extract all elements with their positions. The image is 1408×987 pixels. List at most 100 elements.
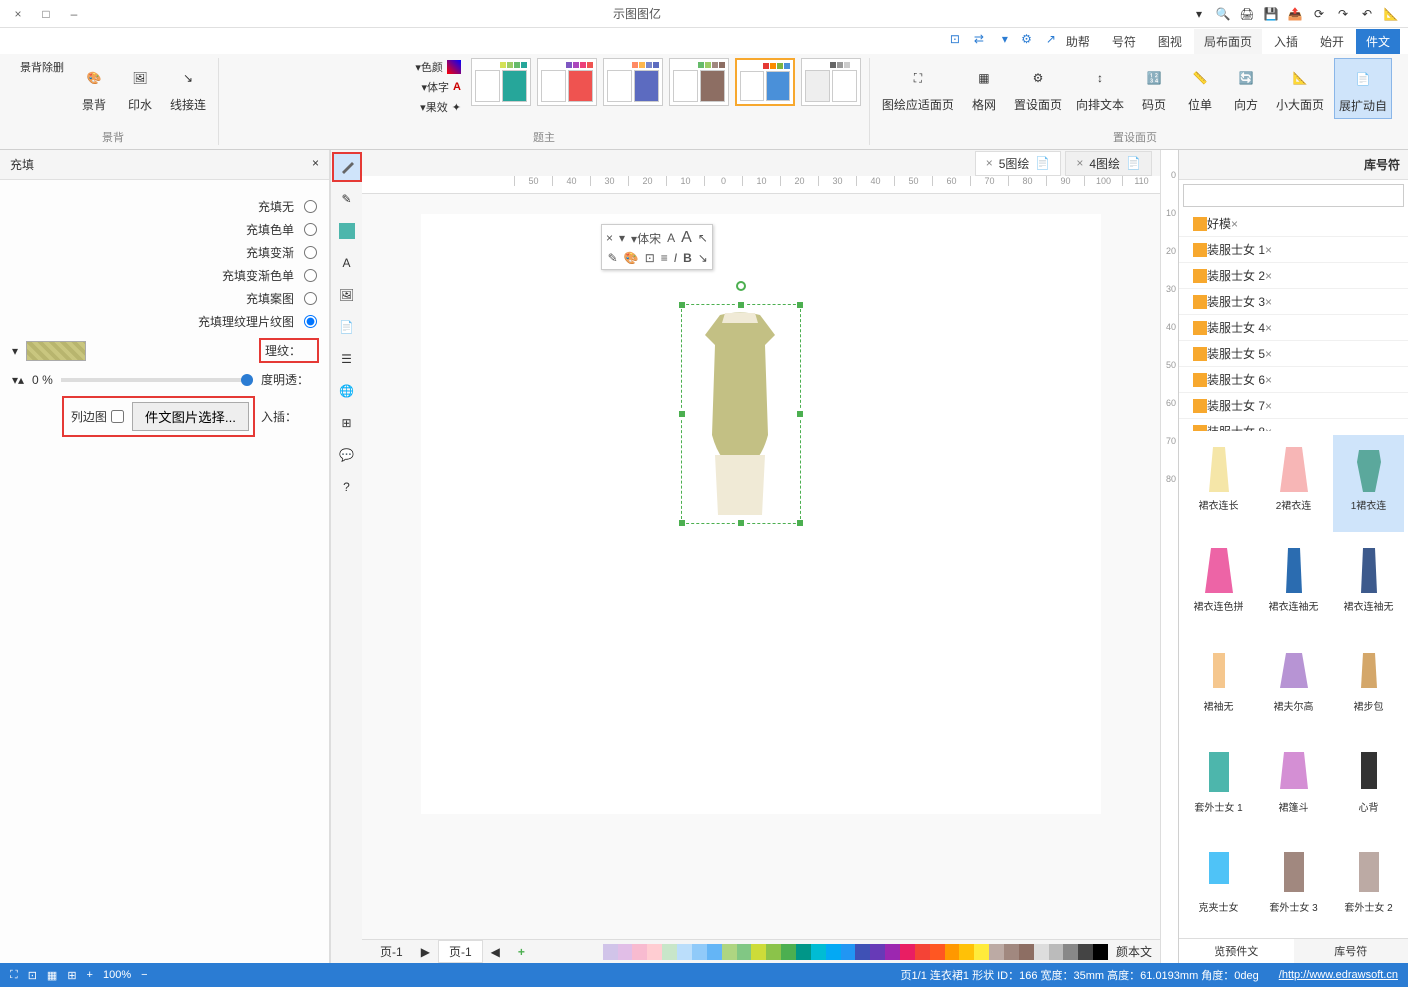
panel-close-button[interactable]: × (312, 156, 319, 173)
resize-handle[interactable] (737, 519, 745, 527)
view-mode-1-icon[interactable]: ⊞ (67, 969, 76, 982)
close-icon[interactable]: × (1231, 217, 1238, 231)
orientation-button[interactable]: 🔄向方 (1226, 58, 1266, 117)
resize-handle[interactable] (678, 519, 686, 527)
remove-bg-button[interactable]: 景背除删 (16, 58, 68, 76)
resize-handle[interactable] (737, 301, 745, 309)
line-icon[interactable]: ✎ (608, 251, 618, 265)
canvas-page[interactable]: ↖AA体宋▾▾× ↘BI≡⊡🎨✎ (421, 214, 1101, 814)
shape-coat-3[interactable]: 3 套外士女 (1258, 837, 1329, 934)
shape-dress-2[interactable]: 2裙衣连 (1258, 435, 1329, 532)
refresh-icon[interactable]: ⟳ (1310, 5, 1328, 23)
watermark-button[interactable]: 🖼印水 (120, 58, 160, 117)
close-button[interactable]: × (8, 4, 28, 24)
fullscreen-icon[interactable]: ⛶ (10, 969, 18, 982)
page-tab-2[interactable]: 1-页 (370, 941, 413, 962)
theme-gallery[interactable] (471, 58, 861, 106)
shape-skirt-2[interactable]: 裙夫尔高 (1258, 636, 1329, 733)
resize-handle[interactable] (796, 410, 804, 418)
fit-to-drawing-button[interactable]: ⛶图绘应适面页 (878, 58, 958, 117)
zoom-in-button[interactable]: + (87, 969, 93, 981)
search-input[interactable] (1183, 184, 1404, 207)
text-tool-button[interactable]: A (334, 250, 360, 276)
tool-3-icon[interactable]: ▾ (990, 32, 1008, 50)
floating-toolbar[interactable]: ↖AA体宋▾▾× ↘BI≡⊡🎨✎ (601, 224, 713, 270)
close-icon[interactable]: × (986, 156, 993, 170)
auto-expand-button[interactable]: 📄展扩动自 (1334, 58, 1392, 119)
shape-dress-1[interactable]: 1裙衣连 (1333, 435, 1404, 532)
resize-handle[interactable] (796, 301, 804, 309)
page-tab-1[interactable]: 1-页 (438, 940, 483, 963)
shape-dress-4[interactable]: 裙衣连袖无 (1333, 536, 1404, 633)
tool-1-icon[interactable]: ↗ (1038, 32, 1056, 50)
page-number-button[interactable]: 🔢码页 (1134, 58, 1174, 117)
tab-file-preview[interactable]: 览预件文 (1179, 939, 1294, 963)
fill-tool-button[interactable] (334, 154, 360, 180)
radio-no-fill[interactable]: 充填无 (12, 198, 317, 215)
zoom-out-button[interactable]: − (141, 969, 147, 981)
fill-icon[interactable]: 🎨 (624, 251, 639, 265)
select-file-button[interactable]: ...件文图片选择 (132, 402, 249, 431)
shape-skirt-3[interactable]: 裙袖无 (1183, 636, 1254, 733)
undo-icon[interactable]: ↶ (1358, 5, 1376, 23)
help-button[interactable]: ? (334, 474, 360, 500)
shape-dress-5[interactable]: 裙衣连袖无 (1258, 536, 1329, 633)
shape-skirt-1[interactable]: 裙步包 (1333, 636, 1404, 733)
print-icon[interactable]: 🖨 (1238, 5, 1256, 23)
add-page-button[interactable]: + (508, 943, 535, 961)
close-icon[interactable]: × (1265, 347, 1272, 361)
minimize-button[interactable]: – (64, 4, 84, 24)
layers-button[interactable]: ☰ (334, 346, 360, 372)
shape-dress-long[interactable]: 裙衣连长 (1183, 435, 1254, 532)
radio-gradient[interactable]: 充填变渐 (12, 244, 317, 261)
tab-file[interactable]: 件文 (1356, 29, 1400, 54)
pointer-icon[interactable]: ↖ (698, 231, 708, 245)
page-nav-next[interactable]: ▶ (421, 945, 430, 959)
tool-5-icon[interactable]: ⊡ (942, 32, 960, 50)
tab-symbols[interactable]: 号符 (1102, 29, 1146, 54)
radio-texture[interactable]: 充填理纹理片纹图 (12, 313, 317, 330)
shape-jacket[interactable]: 克夹士女 (1183, 837, 1254, 934)
align-icon[interactable]: ≡ (661, 251, 668, 265)
align-button[interactable]: ⊞ (334, 410, 360, 436)
connector-button[interactable]: ↘线接连 (166, 58, 210, 117)
close-icon[interactable]: × (1265, 243, 1272, 257)
tab-help[interactable]: 助帮 (1056, 29, 1100, 54)
shape-dress-6[interactable]: 裙衣连色拼 (1183, 536, 1254, 633)
texture-swatch[interactable] (26, 341, 86, 361)
tab-page-layout[interactable]: 局布面页 (1194, 29, 1262, 54)
radio-solid[interactable]: 充填色单 (12, 221, 317, 238)
text-direction-button[interactable]: ↕向排文本 (1072, 58, 1128, 117)
dropdown-icon[interactable]: ▾ (1190, 5, 1208, 23)
opacity-slider[interactable] (61, 378, 253, 382)
units-button[interactable]: 📏位单 (1180, 58, 1220, 117)
resize-handle[interactable] (796, 519, 804, 527)
view-mode-3-icon[interactable]: ⊡ (28, 969, 37, 982)
color-palette[interactable] (543, 944, 1108, 960)
image-tool-button[interactable]: 🖼 (334, 282, 360, 308)
page-settings-button[interactable]: ⚙置设面页 (1010, 58, 1066, 117)
line-tool-button[interactable]: ✎ (334, 186, 360, 212)
tab-view[interactable]: 图视 (1148, 29, 1192, 54)
shape-fill-button[interactable] (334, 218, 360, 244)
tab-start[interactable]: 始开 (1310, 29, 1354, 54)
globe-button[interactable]: 🌐 (334, 378, 360, 404)
page-nav-prev[interactable]: ◀ (491, 945, 500, 959)
comment-button[interactable]: 💬 (334, 442, 360, 468)
connector-icon[interactable]: ↘ (698, 251, 708, 265)
stretch-checkbox[interactable]: 列边图 (68, 402, 124, 431)
status-url[interactable]: http://www.edrawsoft.cn/ (1279, 969, 1398, 981)
close-icon[interactable]: × (1265, 295, 1272, 309)
resize-handle[interactable] (678, 410, 686, 418)
preview-icon[interactable]: 🔍 (1214, 5, 1232, 23)
page-size-button[interactable]: 📐小大面页 (1272, 58, 1328, 117)
close-icon[interactable]: × (606, 231, 613, 245)
close-icon[interactable]: × (1265, 373, 1272, 387)
dress-shape[interactable] (680, 305, 800, 525)
theme-effects-button[interactable]: ✦果效▾ (411, 98, 465, 116)
tool-2-icon[interactable]: ⚙ (1014, 32, 1032, 50)
close-icon[interactable]: × (1265, 321, 1272, 335)
export-icon[interactable]: 📤 (1286, 5, 1304, 23)
radio-gradient-mono[interactable]: 充填变渐色单 (12, 267, 317, 284)
shape-tank[interactable]: 心背 (1333, 737, 1404, 834)
